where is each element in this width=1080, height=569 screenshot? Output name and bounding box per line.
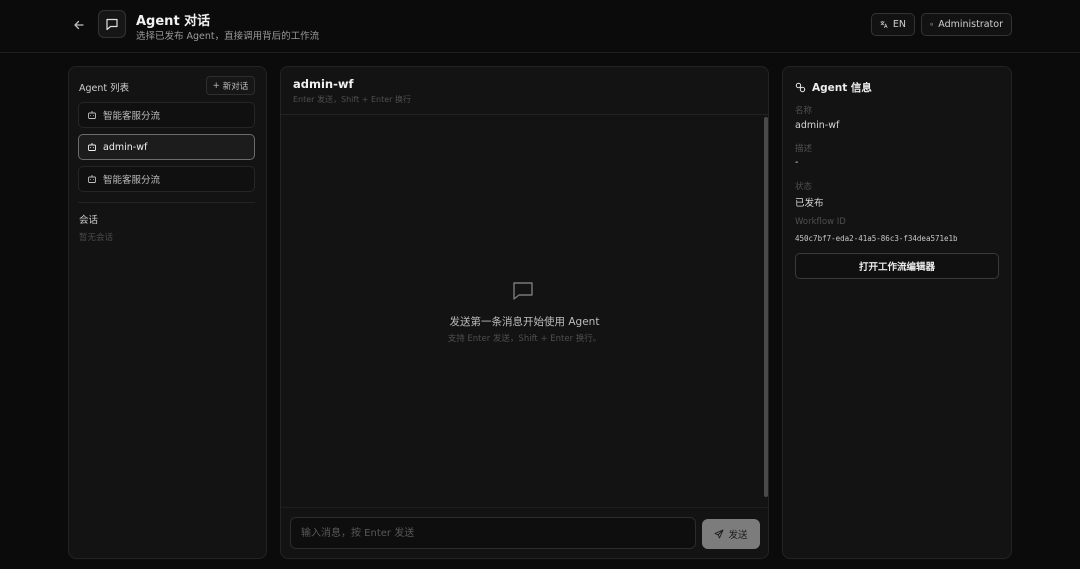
workflow-id-value: 450c7bf7-eda2-41a5-86c3-f34dea571e1b (795, 234, 958, 243)
user-role-label: Administrator (938, 19, 1003, 30)
agent-item-label: 智能客服分流 (103, 175, 161, 186)
page-subtitle: 选择已发布 Agent，直接调用背后的工作流 (136, 31, 320, 42)
empty-state-subtitle: 支持 Enter 发送，Shift + Enter 换行。 (447, 334, 602, 344)
send-icon (715, 529, 724, 539)
plus-icon: + (212, 80, 220, 91)
bot-icon (88, 175, 96, 183)
language-toggle-button[interactable]: EN (871, 13, 915, 36)
agent-item-label: admin-wf (103, 141, 148, 153)
agent-info-header: Agent 信息 (795, 80, 872, 95)
shield-icon (930, 22, 933, 27)
conversations-empty-text: 暂无会话 (79, 233, 114, 243)
name-label: 名称 (795, 106, 813, 116)
chat-title: admin-wf (293, 77, 354, 91)
name-value: admin-wf (795, 120, 840, 131)
back-button[interactable] (70, 16, 88, 34)
agent-info-title: Agent 信息 (812, 82, 872, 94)
message-square-icon (513, 282, 533, 300)
bot-icon (88, 143, 96, 151)
agent-item[interactable]: 智能客服分流 (78, 166, 255, 192)
workflow-id-label: Workflow ID (795, 217, 846, 227)
message-scrollbar[interactable] (764, 117, 768, 497)
language-label: EN (892, 19, 906, 30)
description-label: 描述 (795, 144, 813, 154)
user-role-button[interactable]: Administrator (921, 13, 1012, 36)
open-workflow-editor-button[interactable]: 打开工作流编辑器 (795, 253, 999, 279)
agent-list-title: Agent 列表 (79, 83, 130, 94)
agent-item[interactable]: 智能客服分流 (78, 102, 255, 128)
page-title: Agent 对话 (136, 14, 211, 29)
new-chat-button[interactable]: + 新对话 (206, 76, 255, 95)
divider (78, 202, 255, 203)
send-button[interactable]: 发送 (702, 519, 760, 549)
new-chat-label: 新对话 (222, 81, 249, 92)
status-value: 已发布 (795, 198, 824, 209)
status-label: 状态 (795, 182, 813, 192)
agent-info-panel: Agent 信息 名称 admin-wf 描述 - 状态 已发布 Workflo… (782, 66, 1012, 559)
conversations-title: 会话 (79, 215, 99, 226)
empty-state-title: 发送第一条消息开始使用 Agent (449, 316, 600, 328)
chat-hint: Enter 发送，Shift + Enter 换行 (293, 95, 412, 104)
bot-icon (88, 111, 96, 119)
arrow-left-icon (74, 20, 84, 30)
agent-list-panel: Agent 列表 + 新对话 智能客服分流 admin-wf 智能客服分流 会话… (68, 66, 267, 559)
chat-header: admin-wf Enter 发送，Shift + Enter 换行 (281, 67, 768, 115)
translate-icon (880, 20, 888, 29)
message-input[interactable] (290, 517, 696, 549)
agent-item-selected[interactable]: admin-wf (78, 134, 255, 160)
description-value: - (795, 157, 799, 168)
chat-icon (98, 10, 126, 38)
link-icon (795, 82, 806, 93)
composer-divider (281, 507, 768, 508)
chat-panel: admin-wf Enter 发送，Shift + Enter 换行 发送第一条… (280, 66, 769, 559)
send-label: 发送 (728, 530, 748, 541)
agent-item-label: 智能客服分流 (103, 111, 161, 122)
top-bar: Agent 对话 选择已发布 Agent，直接调用背后的工作流 EN Admin… (0, 0, 1080, 53)
